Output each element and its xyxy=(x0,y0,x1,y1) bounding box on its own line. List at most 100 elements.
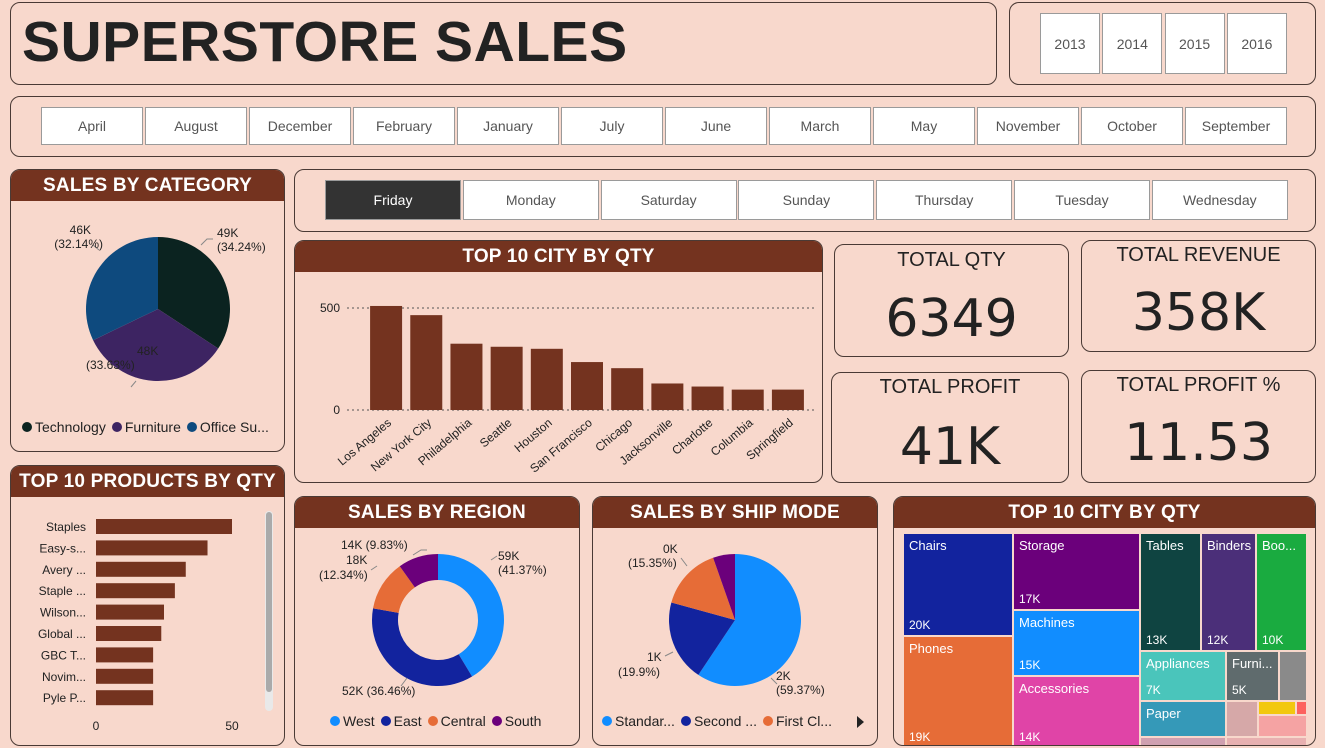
slicer-option[interactable]: May xyxy=(873,107,975,145)
treemap-tile[interactable]: Chairs 20K xyxy=(904,534,1012,635)
y-tick-label: Staples xyxy=(46,520,86,534)
slicer-option[interactable]: 2014 xyxy=(1102,13,1163,74)
data-label: 49K xyxy=(217,226,238,240)
legend-label: Office Su... xyxy=(199,419,269,435)
legend-item[interactable]: Standar... xyxy=(602,713,675,729)
legend-dot-icon xyxy=(427,716,438,726)
kpi-label: TOTAL QTY xyxy=(897,249,1006,271)
bar xyxy=(96,540,208,556)
legend-item[interactable]: Office Su... xyxy=(186,419,269,435)
slicer-option[interactable]: 2013 xyxy=(1040,13,1100,74)
tile-value: 5K xyxy=(1232,683,1247,697)
kpi-label: TOTAL PROFIT % xyxy=(1116,374,1281,396)
legend-item[interactable]: Furniture xyxy=(111,419,181,435)
treemap-tile[interactable]: Storage 17K xyxy=(1014,534,1139,609)
legend-item[interactable]: First Cl... xyxy=(762,713,832,729)
legend-item[interactable]: South xyxy=(491,713,541,729)
bar xyxy=(96,604,164,620)
treemap-tile[interactable]: Accessories 14K xyxy=(1014,677,1139,745)
legend-dot-icon xyxy=(380,716,391,726)
slicer-option[interactable]: Monday xyxy=(462,180,599,220)
treemap-tile[interactable]: Phones 19K xyxy=(904,637,1012,745)
slicer-option[interactable]: 2016 xyxy=(1226,13,1287,74)
scrollbar-thumb[interactable] xyxy=(266,512,272,692)
legend-label: West xyxy=(343,713,375,729)
slicer-option[interactable]: Wednesday xyxy=(1151,180,1288,220)
treemap-tile[interactable] xyxy=(1259,716,1306,736)
treemap-tile[interactable]: Appliances 7K xyxy=(1141,652,1225,700)
slicer-option[interactable]: 2015 xyxy=(1164,13,1225,74)
card-title: TOP 10 CITY BY QTY xyxy=(894,497,1315,528)
legend-label: Technology xyxy=(35,419,106,435)
treemap-tile[interactable]: Furni... 5K xyxy=(1227,652,1278,700)
city-bar-chart: 0500Los AngelesNew York CityPhiladelphia… xyxy=(320,301,815,476)
slicer-option[interactable]: September xyxy=(1185,107,1287,145)
data-label: 52K (36.46%) xyxy=(342,684,415,698)
data-label: 59K xyxy=(498,549,519,563)
data-label: 1K xyxy=(647,650,662,664)
treemap-tile[interactable] xyxy=(1141,738,1225,745)
y-tick-label: Avery ... xyxy=(42,563,86,577)
sales-by-ship-mode-card: SALES BY SHIP MODE 2K (59.37%) 1K (19.9%) 0K… xyxy=(592,496,878,746)
title-panel: SUPERSTORE SALES DASHBOARD xyxy=(10,2,997,85)
leader-line xyxy=(130,380,137,388)
treemap-tile[interactable]: Binders 12K xyxy=(1202,534,1255,650)
x-tick-label: 50 xyxy=(225,719,239,733)
slicer-option[interactable]: January xyxy=(457,107,559,145)
treemap-tile[interactable] xyxy=(1227,702,1257,736)
slicer-option[interactable]: Friday xyxy=(325,180,461,220)
legend-item[interactable]: Technology xyxy=(22,419,106,435)
treemap-tile[interactable] xyxy=(1280,652,1306,700)
slicer-option[interactable]: December xyxy=(249,107,351,145)
slicer-option[interactable]: Thursday xyxy=(876,180,1013,220)
legend-dot-icon xyxy=(680,716,691,726)
legend-next-arrow-icon[interactable] xyxy=(857,716,864,728)
treemap-tile[interactable]: Boo... 10K xyxy=(1257,534,1306,650)
kpi-value: 358K xyxy=(1131,283,1266,343)
bar xyxy=(96,626,162,641)
treemap-tile[interactable]: Machines 15K xyxy=(1014,611,1139,675)
y-tick-label: 0 xyxy=(333,403,340,417)
bar xyxy=(410,315,443,410)
slicer-option[interactable]: February xyxy=(353,107,455,145)
treemap-tile[interactable]: Tables 13K xyxy=(1141,534,1200,650)
slicer-option[interactable]: Saturday xyxy=(600,180,737,220)
slicer-option[interactable]: March xyxy=(769,107,871,145)
slicer-option[interactable]: July xyxy=(561,107,663,145)
slicer-option[interactable]: June xyxy=(665,107,767,145)
bar xyxy=(571,362,603,410)
ship-mode-pie-chart: 2K(59.37%) 1K(19.9%) 0K(15.35%) xyxy=(618,542,825,697)
legend-label: First Cl... xyxy=(775,713,832,729)
slicer-option[interactable]: November xyxy=(977,107,1079,145)
y-tick-label: Global ... xyxy=(38,627,86,641)
y-tick-label: 500 xyxy=(320,301,340,315)
tile-label: Tables xyxy=(1146,538,1184,553)
page-title: SUPERSTORE SALES DASHBOARD xyxy=(22,10,628,84)
slicer-option[interactable]: August xyxy=(145,107,247,145)
tile-label: Appliances xyxy=(1146,656,1210,671)
legend-item[interactable]: Central xyxy=(427,713,486,729)
legend-item[interactable]: East xyxy=(380,713,422,729)
tile-value: 20K xyxy=(909,618,931,632)
slicer-option[interactable]: October xyxy=(1081,107,1183,145)
bar xyxy=(96,561,186,577)
data-label: (59.37%) xyxy=(776,683,825,697)
weekday-slicer: Friday Monday Saturday Sunday Thursday Tuesda… xyxy=(294,169,1316,232)
sales-by-region-card: SALES BY REGION 59K (41.37%) 52K (36.46%) 1… xyxy=(294,496,580,746)
treemap-tile[interactable]: Paper xyxy=(1141,702,1225,736)
slicer-option[interactable]: Tuesday xyxy=(1014,180,1150,220)
data-label: (19.9%) xyxy=(618,665,660,679)
treemap-tile[interactable] xyxy=(1297,702,1306,714)
legend-item[interactable]: Second ... xyxy=(680,713,757,729)
tile-label: Paper xyxy=(1146,706,1181,721)
slicer-option[interactable]: April xyxy=(41,107,143,145)
pie-slice xyxy=(372,608,473,686)
treemap-tile[interactable] xyxy=(1259,702,1295,714)
slicer-option[interactable]: Sunday xyxy=(738,180,875,220)
legend-label: Furniture xyxy=(124,419,181,435)
bar xyxy=(490,346,523,410)
legend-item[interactable]: West xyxy=(330,713,375,729)
card-title: TOP 10 PRODUCTS BY QTY xyxy=(11,466,284,497)
bar xyxy=(96,668,154,684)
treemap-tile[interactable] xyxy=(1227,738,1306,745)
